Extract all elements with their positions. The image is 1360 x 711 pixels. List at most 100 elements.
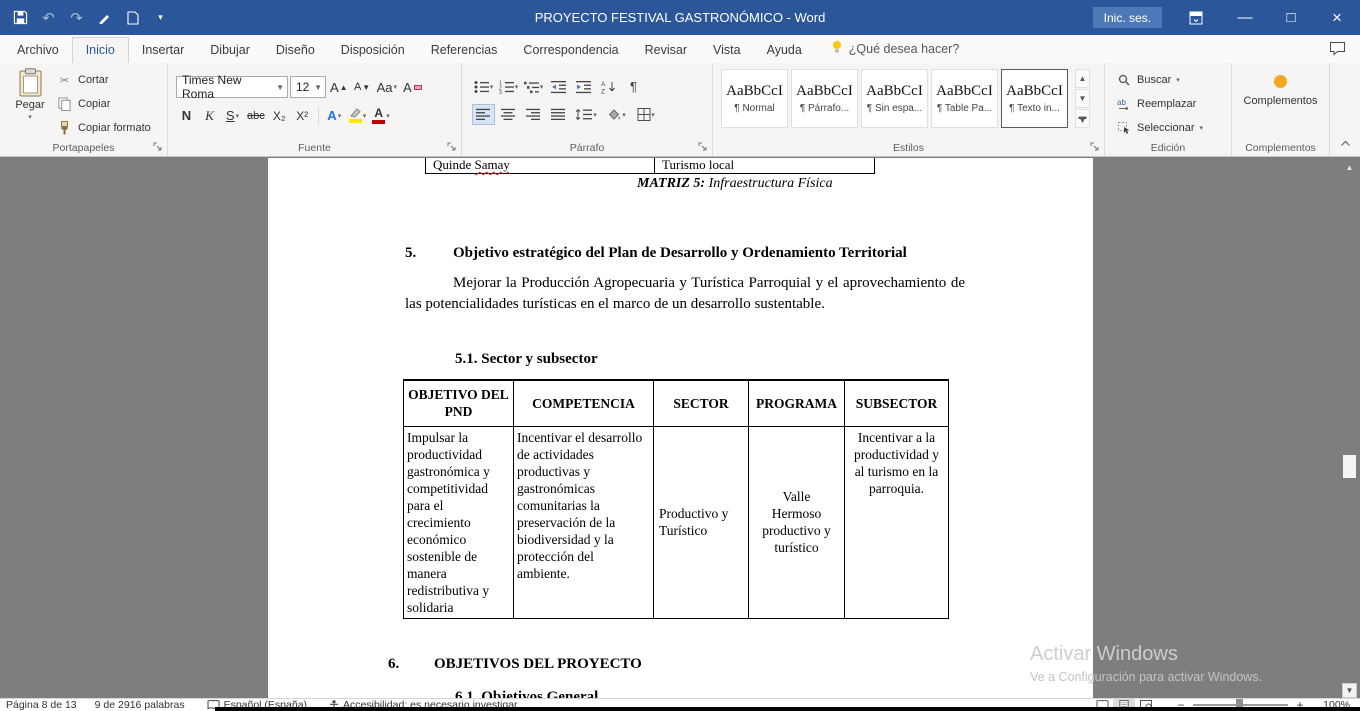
style-texto-independiente[interactable]: AaBbCcI ¶ Texto in... [1001,69,1068,128]
paste-button[interactable]: Pegar ▾ [8,68,52,138]
decrease-indent-button[interactable] [547,76,570,97]
tell-me-box[interactable]: ¿Qué desea hacer? [815,35,970,63]
addins-button[interactable]: Complementos [1232,75,1329,107]
font-size-combo[interactable]: 12 ▼ [290,76,326,98]
align-left-button[interactable] [472,104,495,125]
styles-scroll-down-icon[interactable]: ▼ [1075,89,1090,108]
paragraph-dialog-launcher[interactable] [697,141,709,153]
strikethrough-button[interactable]: abc [245,105,267,126]
sign-in-button[interactable]: Inic. ses. [1093,7,1162,28]
scroll-down-icon[interactable]: ▼ [1342,683,1357,698]
ribbon-display-options-icon[interactable] [1182,6,1210,30]
superscript-button[interactable]: X² [292,105,313,126]
paragraph-5: Mejorar la Producción Agropecuaria y Tur… [405,273,965,315]
tab-vista[interactable]: Vista [700,38,754,63]
sort-icon: AZ [601,80,617,94]
multilevel-list-button[interactable]: ▾ [522,76,545,97]
shrink-font-button[interactable]: A▼ [352,77,373,98]
word-count[interactable]: 9 de 2916 palabras [95,699,185,711]
grow-font-button[interactable]: A▲ [328,77,350,98]
undo-icon[interactable]: ↶ [36,5,61,31]
find-button[interactable]: Buscar ▾ [1115,70,1203,90]
borders-button[interactable]: ▾ [632,104,660,125]
qat-customize-icon[interactable]: ▾ [148,5,173,31]
select-button[interactable]: Seleccionar ▾ [1115,118,1203,138]
align-center-button[interactable] [497,104,520,125]
styles-scroll-up-icon[interactable]: ▲ [1075,69,1090,88]
minimize-button[interactable]: — [1222,0,1268,35]
save-icon[interactable] [8,5,33,31]
table-header-programa: PROGRAMA [749,380,845,426]
highlighter-icon [349,108,362,118]
brush-icon [56,121,73,135]
font-group-label: Fuente [168,142,461,154]
copy-icon [56,97,73,111]
document-page[interactable]: Quinde Samay Turismo local MATRIZ 5: Inf… [268,158,1093,700]
shading-button[interactable]: ▾ [602,104,630,125]
maximize-button[interactable]: □ [1268,0,1314,35]
align-right-button[interactable] [522,104,545,125]
tab-correspondencia[interactable]: Correspondencia [510,38,631,63]
format-painter-button[interactable]: Copiar formato [56,118,151,138]
font-dialog-launcher[interactable] [446,141,458,153]
scroll-up-icon[interactable]: ▲ [1342,160,1357,175]
chevron-down-icon: ▼ [272,83,284,92]
text-effects-button[interactable]: A▾ [324,105,345,126]
show-formatting-marks-button[interactable]: ¶ [622,76,645,97]
align-center-icon [501,108,516,121]
font-color-bar [372,120,385,124]
tab-insertar[interactable]: Insertar [129,38,197,63]
clipboard-dialog-launcher[interactable] [152,141,164,153]
scrollbar-thumb[interactable] [1343,455,1356,478]
tab-referencias[interactable]: Referencias [418,38,511,63]
tab-inicio[interactable]: Inicio [72,37,129,63]
redo-icon[interactable]: ↷ [64,5,89,31]
new-document-icon[interactable] [120,5,145,31]
increase-indent-button[interactable] [572,76,595,97]
zoom-slider[interactable] [1193,704,1288,706]
table-cell: Quinde Samay [425,158,655,174]
tab-ayuda[interactable]: Ayuda [754,38,815,63]
underline-button[interactable]: S▾ [222,105,243,126]
close-button[interactable]: × [1314,0,1360,35]
styles-dialog-launcher[interactable] [1089,141,1101,153]
numbering-button[interactable]: 123▾ [497,76,520,97]
sort-button[interactable]: AZ [597,76,620,97]
tab-archivo[interactable]: Archivo [4,38,72,63]
comment-icon[interactable] [1329,41,1346,61]
align-right-icon [526,108,541,121]
tab-revisar[interactable]: Revisar [632,38,700,63]
style-sin-espaciado[interactable]: AaBbCcI ¶ Sin espa... [861,69,928,128]
font-color-button[interactable]: A▾ [370,105,392,126]
change-case-button[interactable]: Aa▾ [375,77,399,98]
clear-formatting-button[interactable]: A [401,77,424,98]
style-table-paragraph[interactable]: AaBbCcI ¶ Table Pa... [931,69,998,128]
subscript-button[interactable]: X₂ [269,105,290,126]
styles-more-icon[interactable]: ▬▼ [1075,109,1090,128]
tab-diseno[interactable]: Diseño [263,38,328,63]
group-font: Times New Roma ▼ 12 ▼ A▲ A▼ Aa▾ A N K S▾… [168,63,462,156]
highlight-color-button[interactable]: ▾ [347,105,369,126]
paste-dropdown-icon: ▾ [28,113,32,121]
ink-pen-icon[interactable] [92,5,117,31]
svg-text:ab: ab [1117,98,1126,107]
vertical-scrollbar[interactable]: ▲ ▼ [1341,158,1358,700]
italic-button[interactable]: K [199,105,220,126]
tab-disposicion[interactable]: Disposición [328,38,418,63]
bullets-button[interactable]: ▾ [472,76,495,97]
style-parrafo[interactable]: AaBbCcI ¶ Párrafo... [791,69,858,128]
line-spacing-button[interactable]: ▾ [572,104,600,125]
paragraph-group-label: Párrafo [462,142,712,154]
replace-button[interactable]: ab Reemplazar [1115,94,1203,114]
font-name-combo[interactable]: Times New Roma ▼ [176,76,288,98]
tab-dibujar[interactable]: Dibujar [197,38,263,63]
style-normal[interactable]: AaBbCcI ¶ Normal [721,69,788,128]
bold-button[interactable]: N [176,105,197,126]
tell-me-label: ¿Qué desea hacer? [849,42,960,56]
cut-button[interactable]: ✂ Cortar [56,70,151,90]
collapse-ribbon-icon[interactable] [1340,134,1351,152]
justify-button[interactable] [547,104,570,125]
page-indicator[interactable]: Página 8 de 13 [6,699,77,711]
highlight-color-bar [349,119,362,123]
copy-button[interactable]: Copiar [56,94,151,114]
